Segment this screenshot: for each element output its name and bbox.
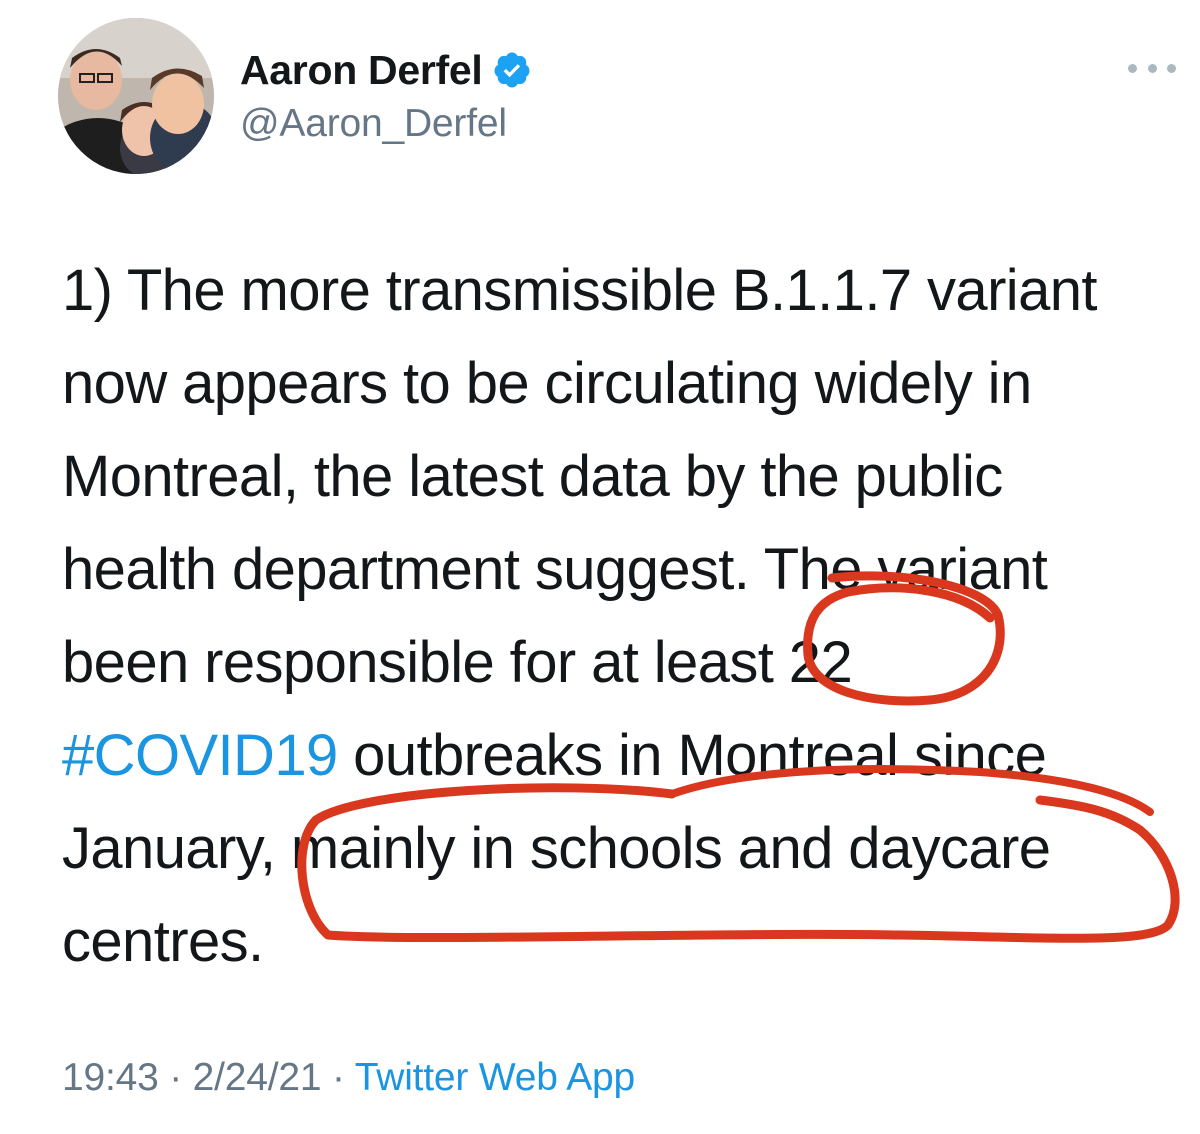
ellipsis-icon — [1167, 63, 1176, 73]
verified-badge-icon — [492, 50, 532, 90]
tweet-line: centres. — [62, 909, 264, 974]
profile-photo-icon — [58, 18, 214, 174]
tweet-line: Montreal, the latest data by the public — [62, 444, 1003, 509]
tweet-card: Aaron Derfel @Aaron_Derfel 1) The more t… — [0, 0, 1200, 1134]
meta-separator: · — [158, 1056, 193, 1099]
author-block: Aaron Derfel @Aaron_Derfel — [240, 44, 532, 146]
display-name[interactable]: Aaron Derfel — [240, 47, 483, 94]
hashtag-link[interactable]: #COVID19 — [62, 723, 338, 788]
ellipsis-icon — [1147, 63, 1157, 73]
tweet-date[interactable]: 2/24/21 — [193, 1056, 322, 1099]
name-row: Aaron Derfel — [240, 44, 532, 96]
tweet-line: been responsible for at least 22 — [62, 630, 853, 695]
ellipsis-icon — [1128, 63, 1137, 73]
tweet-line: health department suggest. The variant — [62, 537, 1048, 602]
tweet-source-link[interactable]: Twitter Web App — [355, 1056, 635, 1099]
tweet-line: January, mainly in schools and daycare — [62, 816, 1051, 881]
tweet-time[interactable]: 19:43 — [62, 1056, 159, 1099]
tweet-line: now appears to be circulating widely in — [62, 351, 1032, 416]
more-options-button[interactable] — [1128, 56, 1176, 80]
tweet-line-text: outbreaks in Montreal since — [337, 723, 1047, 788]
tweet-line: #COVID19 outbreaks in Montreal since — [62, 709, 1172, 802]
tweet-line: 1) The more transmissible B.1.1.7 varian… — [62, 258, 1098, 323]
avatar[interactable] — [58, 18, 214, 174]
tweet-metadata: 19:43 · 2/24/21 · Twitter Web App — [62, 1056, 635, 1100]
user-handle[interactable]: @Aaron_Derfel — [240, 102, 532, 146]
meta-separator: · — [321, 1056, 355, 1099]
tweet-text: 1) The more transmissible B.1.1.7 varian… — [62, 244, 1172, 988]
